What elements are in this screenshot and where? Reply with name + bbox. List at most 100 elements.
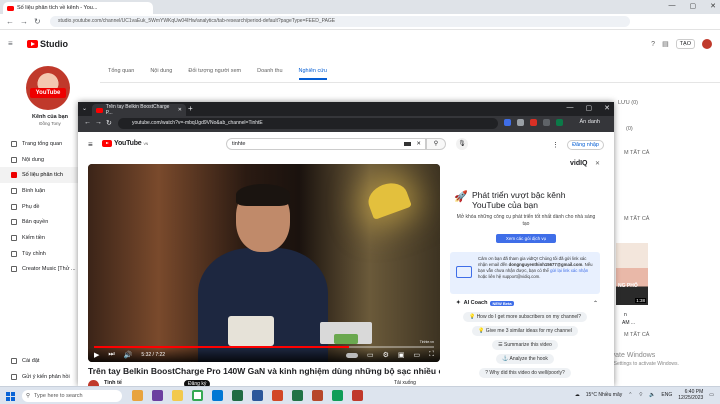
app-icon[interactable] xyxy=(152,390,163,401)
language-indicator[interactable]: ENG xyxy=(661,392,672,398)
notification-icon[interactable]: ▤ xyxy=(662,40,669,48)
app-icon[interactable] xyxy=(272,390,283,401)
excel-icon[interactable] xyxy=(292,390,303,401)
view-plans-button[interactable]: Xem các gói dịch vụ xyxy=(496,234,556,243)
video-time: 5:32 / 7:22 xyxy=(141,352,166,358)
reload-icon[interactable]: ↻ xyxy=(106,119,112,127)
close-button[interactable]: ✕ xyxy=(604,104,610,112)
incognito-label[interactable]: Ẩn danh xyxy=(580,119,601,125)
extension-icon[interactable] xyxy=(543,119,550,126)
speaker-icon[interactable]: 🔈 xyxy=(649,392,655,398)
suggestion-chip[interactable]: 💡 How do I get more subscribers on my ch… xyxy=(462,312,588,322)
ai-coach-header[interactable]: ✦ AI Coach NEW Beta xyxy=(456,300,514,306)
new-tab-icon[interactable]: + xyxy=(188,104,193,113)
keyboard-icon[interactable] xyxy=(404,142,411,146)
tab-search-icon[interactable]: ⌄ xyxy=(82,105,87,112)
forward-arrow-icon[interactable]: → xyxy=(95,119,102,126)
suggestion-label: Why did this video do well/poorly? xyxy=(489,370,565,376)
voice-search-icon[interactable]: 🎙 xyxy=(456,138,468,150)
ai-coach-label: AI Coach xyxy=(463,300,488,306)
tray-chevron-icon[interactable]: ⌃ xyxy=(628,392,632,398)
resend-link[interactable]: gửi lại link xác nhận xyxy=(550,268,588,273)
back-arrow-icon[interactable]: ← xyxy=(84,119,91,126)
miniplayer-icon[interactable]: ▣ xyxy=(398,351,405,359)
see-all-link[interactable]: M TẤT CẢ xyxy=(624,216,649,222)
sign-in-button[interactable]: Đăng nhập xyxy=(567,140,604,150)
weather-text[interactable]: 15°C Nhiều mây xyxy=(586,392,622,398)
captions-icon[interactable]: ▭ xyxy=(367,351,374,359)
account-avatar[interactable] xyxy=(702,39,712,49)
tab-overview[interactable]: Tổng quan xyxy=(108,68,134,80)
extension-icon[interactable] xyxy=(504,119,511,126)
taskbar-search-input[interactable]: ⚲ Type here to search xyxy=(22,390,122,402)
notification-icon[interactable]: ▭ xyxy=(709,392,714,398)
see-all-link[interactable]: M TẤT CẢ xyxy=(624,150,649,156)
video-progress-bar[interactable] xyxy=(94,346,434,348)
volume-icon[interactable]: 🔊 xyxy=(124,351,133,359)
create-button[interactable]: TẠO xyxy=(675,39,695,49)
app-icon[interactable] xyxy=(132,390,143,401)
address-bar[interactable]: studio.youtube.com/channel/UC1vaEuk_5WmY… xyxy=(50,16,630,27)
tab-audience[interactable]: Đối tượng người xem xyxy=(188,68,241,80)
word-icon[interactable] xyxy=(252,390,263,401)
next-icon[interactable]: ⏭ xyxy=(108,351,114,359)
close-icon[interactable]: ✕ xyxy=(595,160,600,167)
minimize-button[interactable]: — xyxy=(669,2,676,10)
clock-date: 12/25/2023 xyxy=(678,395,704,401)
file-explorer-icon[interactable] xyxy=(172,390,183,401)
presenter-hair xyxy=(236,184,290,206)
forward-arrow-icon[interactable]: → xyxy=(20,17,28,26)
taskbar-clock[interactable]: 6:40 PM 12/25/2023 xyxy=(678,389,703,401)
close-tab-icon[interactable]: ✕ xyxy=(178,107,182,113)
tab-research[interactable]: Nghiên cứu xyxy=(298,68,327,80)
search-button[interactable]: ⚲ xyxy=(426,138,446,150)
powerpoint-icon[interactable] xyxy=(312,390,323,401)
network-icon[interactable]: ⌔ xyxy=(638,392,643,398)
youtube-header: ≡ YouTube VN tinhte ✕ ⚲ 🎙 ⋮ Đăng nhập xyxy=(78,132,614,156)
channel-avatar[interactable]: YouTube xyxy=(26,66,70,110)
app-icon[interactable] xyxy=(332,390,343,401)
menu-icon[interactable]: ≡ xyxy=(88,140,93,149)
search-input[interactable]: tinhte ✕ xyxy=(226,138,426,150)
play-icon[interactable]: ▶ xyxy=(94,351,99,359)
chevron-up-icon[interactable]: ⌃ xyxy=(593,300,598,307)
autoplay-toggle[interactable] xyxy=(345,352,358,358)
reload-icon[interactable]: ↻ xyxy=(34,17,41,26)
see-all-link[interactable]: M TẤT CẢ xyxy=(624,332,649,338)
maximize-button[interactable]: ▢ xyxy=(690,2,697,10)
app-icon[interactable] xyxy=(232,390,243,401)
tab-revenue[interactable]: Doanh thu xyxy=(257,68,282,80)
extension-icon[interactable] xyxy=(530,119,537,126)
suggestion-chip[interactable]: 💡 Give me 3 similar ideas for my channel xyxy=(472,326,578,336)
back-arrow-icon[interactable]: ← xyxy=(6,17,14,26)
app-icon[interactable] xyxy=(352,390,363,401)
sidebar-item-label: Bình luận xyxy=(22,187,46,194)
tab-content[interactable]: Nội dung xyxy=(150,68,172,80)
youtube-logo[interactable]: YouTube VN xyxy=(102,140,148,147)
popup-browser-tab[interactable]: Trên tay Belkin BoostCharge P... ✕ xyxy=(92,104,186,116)
clear-search-icon[interactable]: ✕ xyxy=(416,139,421,149)
edge-icon[interactable] xyxy=(212,390,223,401)
browser-tab[interactable]: Số liệu phân tích về kênh - You... xyxy=(3,2,153,14)
chrome-icon[interactable] xyxy=(192,390,203,401)
close-button[interactable]: ✕ xyxy=(710,2,716,10)
video-player[interactable]: Tinhte.vn ▶ ⏭ 🔊 5:32 / 7:22 ▭ ⚙ ▣ ▭ ⛶ xyxy=(88,164,440,362)
menu-icon[interactable]: ≡ xyxy=(8,39,13,48)
windows-start-icon[interactable] xyxy=(6,392,15,401)
address-bar[interactable]: youtube.com/watch?v=-mbqUgd9VNo&ab_chann… xyxy=(118,118,498,129)
settings-gear-icon[interactable]: ⚙ xyxy=(383,351,389,359)
minimize-button[interactable]: — xyxy=(567,104,574,112)
theater-icon[interactable]: ▭ xyxy=(413,351,420,359)
suggestion-chip[interactable]: ⚓ Analyze the hook xyxy=(496,354,554,364)
suggestion-chip[interactable]: ☰ Summarize this video xyxy=(492,340,558,350)
more-options-icon[interactable]: ⋮ xyxy=(552,141,559,149)
studio-logo[interactable]: Studio xyxy=(27,39,68,49)
extension-icon[interactable] xyxy=(517,119,524,126)
vidiq-extension-icon[interactable] xyxy=(556,119,563,126)
lightbulb-icon: 💡 xyxy=(478,328,486,334)
help-icon[interactable]: ? xyxy=(651,41,655,48)
fullscreen-icon[interactable]: ⛶ xyxy=(429,351,434,359)
maximize-button[interactable]: ▢ xyxy=(586,104,593,112)
video-thumbnail[interactable]: NG PHỐ 1:38 xyxy=(616,243,648,305)
suggestion-chip[interactable]: ? Why did this video do well/poorly? xyxy=(479,368,571,378)
